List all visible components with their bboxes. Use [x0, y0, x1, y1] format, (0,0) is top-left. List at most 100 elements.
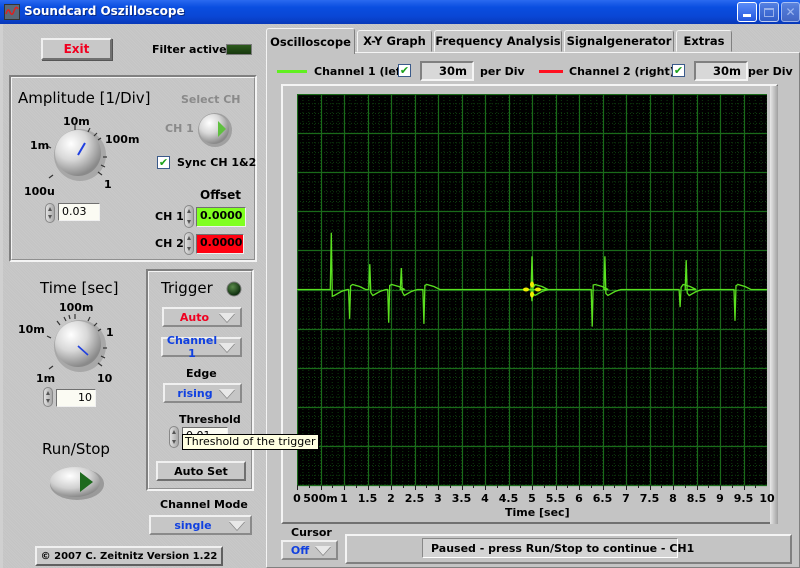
chevron-down-icon — [229, 520, 245, 530]
sync-ch-label: Sync CH 1&2 — [177, 156, 257, 169]
x-tick-label: 9 — [716, 492, 724, 505]
time-value-field[interactable]: 10 — [56, 389, 96, 407]
amp-scale-1m: 1m — [30, 139, 50, 152]
x-tick-label: 4.5 — [498, 492, 519, 505]
tab-extras[interactable]: Extras — [676, 30, 732, 52]
trigger-led — [226, 281, 242, 297]
tab-signalgenerator[interactable]: Signalgenerator — [564, 30, 674, 52]
ch2-per-div-field[interactable]: 30m — [694, 61, 748, 81]
exit-button[interactable]: Exit — [41, 38, 112, 60]
x-tick-label: 5.5 — [545, 492, 566, 505]
ch1-per-div-field[interactable]: 30m — [420, 61, 474, 81]
sync-ch-checkbox[interactable]: ✔ — [157, 156, 170, 169]
oscilloscope-graph[interactable] — [297, 94, 767, 494]
close-icon: ✕ — [785, 5, 796, 19]
time-scale-1m: 1m — [36, 372, 56, 385]
chevron-down-icon — [219, 388, 235, 398]
run-stop-label: Run/Stop — [42, 440, 110, 458]
time-spinner[interactable] — [43, 387, 53, 407]
amp-scale-1: 1 — [104, 178, 112, 191]
graph-scrollbar[interactable] — [770, 86, 778, 524]
select-ch-title: Select CH — [181, 93, 241, 106]
amplitude-spinner[interactable] — [45, 203, 55, 223]
channel-mode-value: single — [174, 518, 212, 532]
x-tick-label: 500m — [303, 492, 338, 505]
tab-frequency-analysis[interactable]: Frequency Analysis — [434, 30, 562, 52]
filter-active-led — [226, 44, 252, 55]
edge-value: rising — [177, 386, 213, 400]
offset-ch2-spinner[interactable] — [184, 232, 194, 255]
auto-set-button[interactable]: Auto Set — [156, 461, 246, 481]
offset-ch1-spinner[interactable] — [184, 205, 194, 228]
time-scale-10: 10 — [97, 372, 113, 385]
x-tick-label: 9.5 — [733, 492, 754, 505]
threshold-tooltip: Threshold of the trigger — [182, 434, 319, 450]
time-scale-100m: 100m — [59, 301, 94, 314]
ch2-label: Channel 2 (right) — [569, 65, 675, 78]
cursor-value: Off — [290, 543, 310, 557]
channel-mode-select[interactable]: single — [149, 515, 252, 535]
cursor-select[interactable]: Off — [281, 540, 338, 560]
filter-active-label: Filter active — [152, 43, 227, 56]
x-tick-label: 0 — [293, 492, 301, 505]
x-axis-title: Time [sec] — [505, 506, 570, 519]
trigger-mode-select[interactable]: Auto — [162, 307, 242, 327]
ch1-legend-line — [277, 70, 307, 73]
offset-ch2-field[interactable]: 0.0000 — [196, 234, 244, 254]
edge-label: Edge — [186, 367, 217, 380]
x-tick-label: 6 — [575, 492, 583, 505]
amp-scale-10m: 10m — [63, 115, 90, 128]
maximize-icon — [760, 3, 778, 21]
close-button[interactable]: ✕ — [781, 2, 800, 22]
time-title: Time [sec] — [40, 279, 119, 297]
offset-ch1-field[interactable]: 0.0000 — [196, 207, 246, 227]
trigger-panel — [146, 269, 254, 491]
amp-scale-100m: 100m — [105, 133, 140, 146]
offset-ch2-label: CH 2 — [155, 237, 184, 250]
x-tick-label: 2 — [387, 492, 395, 505]
ch2-enable-checkbox[interactable]: ✔ — [672, 64, 685, 77]
maximize-button[interactable] — [759, 2, 779, 22]
trigger-marker-dot — [530, 281, 534, 288]
x-tick-label: 3.5 — [451, 492, 472, 505]
trigger-marker-dot — [523, 287, 529, 292]
ch1-enable-checkbox[interactable]: ✔ — [398, 64, 411, 77]
trigger-marker-dot — [535, 287, 541, 292]
x-tick-label: 8.5 — [686, 492, 707, 505]
trigger-title: Trigger — [161, 279, 213, 297]
trigger-source-value: Channel 1 — [166, 334, 218, 360]
edge-select[interactable]: rising — [163, 383, 242, 403]
time-scale-10m: 10m — [18, 323, 45, 336]
offset-title: Offset — [200, 188, 241, 202]
x-tick-label: 1.5 — [357, 492, 378, 505]
chevron-down-icon — [219, 312, 235, 322]
title-bar: Soundcard Oszilloscope ✕ — [0, 0, 800, 24]
x-tick-label: 7 — [622, 492, 630, 505]
select-ch-button[interactable] — [195, 110, 235, 150]
chevron-down-icon — [219, 342, 235, 352]
amplitude-value-field[interactable]: 0.03 — [58, 203, 100, 221]
status-text: Paused - press Run/Stop to continue - CH… — [422, 538, 694, 558]
threshold-spinner[interactable] — [169, 426, 179, 448]
run-stop-button[interactable] — [48, 462, 106, 502]
channel-mode-label: Channel Mode — [160, 498, 248, 511]
tab-oscilloscope[interactable]: Oscilloscope — [266, 28, 355, 54]
x-tick-label: 5 — [528, 492, 536, 505]
trigger-source-select[interactable]: Channel 1 — [161, 334, 242, 360]
chevron-down-icon — [315, 545, 331, 555]
x-tick-label: 7.5 — [639, 492, 660, 505]
ch1-per-div-unit: per Div — [480, 65, 525, 78]
offset-ch1-label: CH 1 — [155, 210, 184, 223]
x-tick-label: 2.5 — [404, 492, 425, 505]
amp-scale-100u: 100u — [24, 185, 55, 198]
copyright-label: © 2007 C. Zeitnitz Version 1.22 — [35, 546, 223, 566]
minimize-button[interactable] — [737, 2, 757, 22]
select-ch-channel-label: CH 1 — [165, 122, 194, 135]
cursor-label: Cursor — [291, 526, 332, 539]
minimize-icon — [738, 3, 756, 21]
x-tick-label: 8 — [669, 492, 677, 505]
x-tick-label: 3 — [434, 492, 442, 505]
tab-xy-graph[interactable]: X-Y Graph — [357, 30, 432, 52]
ch1-label: Channel 1 (left) — [314, 65, 411, 78]
trigger-marker-dot — [530, 291, 534, 298]
